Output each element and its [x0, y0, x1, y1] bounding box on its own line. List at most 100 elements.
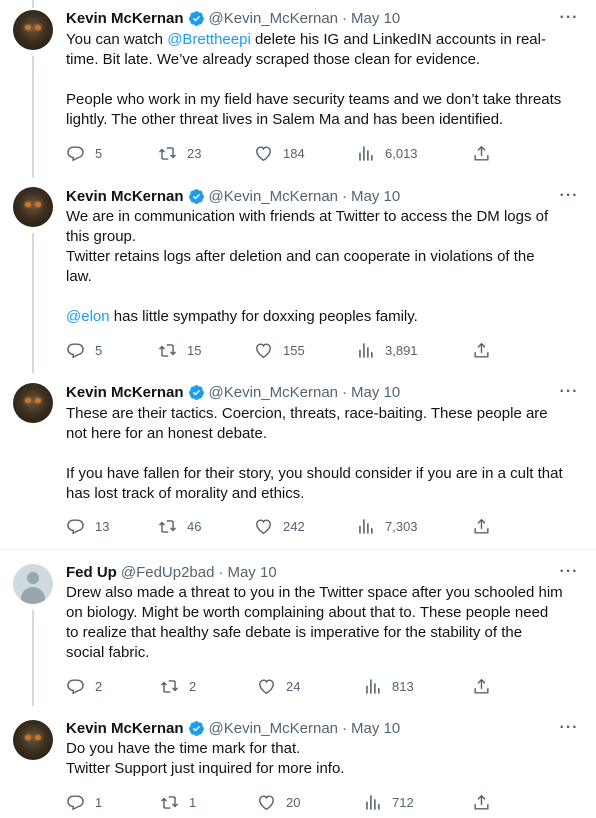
reply-button[interactable]: 13 — [66, 516, 109, 536]
tweet-line — [66, 444, 581, 464]
share-button[interactable] — [472, 792, 501, 812]
tweet-date[interactable]: May 10 — [227, 564, 276, 581]
retweet-icon — [158, 343, 177, 357]
share-button[interactable] — [472, 143, 501, 163]
action-bar: 1 1 20 712 — [66, 792, 489, 812]
reply-count: 1 — [95, 794, 103, 810]
views-button[interactable]: 7,303 — [356, 516, 418, 536]
tweet-line: social fabric. — [66, 644, 150, 661]
thread-line — [32, 0, 34, 8]
retweet-count: 1 — [189, 794, 197, 810]
tweet-text: Do you have the time mark for that. Twit… — [66, 739, 581, 779]
avatar[interactable] — [13, 10, 53, 50]
share-icon — [474, 342, 489, 358]
like-count: 24 — [286, 678, 301, 694]
views-count: 3,891 — [385, 342, 418, 358]
reply-count: 5 — [95, 342, 103, 358]
author-name[interactable]: Kevin McKernan — [66, 188, 184, 205]
more-icon[interactable]: ··· — [559, 8, 579, 28]
share-button[interactable] — [472, 676, 501, 696]
author-name[interactable]: Kevin McKernan — [66, 720, 184, 737]
tweet-date[interactable]: May 10 — [351, 384, 400, 401]
avatar[interactable] — [13, 720, 53, 760]
avatar[interactable] — [13, 383, 53, 423]
reply-button[interactable]: 1 — [66, 792, 102, 812]
tweet-line — [66, 287, 581, 307]
tweet-line: time. Bit late. We’ve already scraped th… — [66, 51, 481, 68]
mention-link[interactable]: @Brettheepi — [167, 31, 251, 48]
like-button[interactable]: 24 — [257, 676, 300, 696]
reply-count: 13 — [95, 518, 110, 534]
retweet-button[interactable]: 1 — [160, 792, 196, 812]
author-handle[interactable]: @Kevin_McKernan — [209, 384, 338, 401]
tweet-header: Fed Up @FedUp2bad · May 10 — [66, 562, 277, 582]
views-count: 7,303 — [385, 518, 418, 534]
reply-icon — [67, 518, 84, 534]
views-button[interactable]: 3,891 — [356, 340, 418, 360]
more-icon[interactable]: ··· — [559, 382, 579, 402]
views-count: 6,013 — [385, 145, 418, 161]
tweet-header: Kevin McKernan @Kevin_McKernan · May 10 — [66, 382, 400, 402]
retweet-count: 15 — [187, 342, 202, 358]
author-name[interactable]: Kevin McKernan — [66, 384, 184, 401]
tweet-line — [66, 70, 581, 90]
separator-dot: · — [342, 187, 348, 205]
thread-line — [32, 233, 34, 373]
like-button[interactable]: 20 — [257, 792, 300, 812]
heart-icon — [256, 342, 271, 358]
retweet-button[interactable]: 23 — [158, 143, 201, 163]
avatar[interactable] — [13, 564, 53, 604]
retweet-button[interactable]: 2 — [160, 676, 196, 696]
retweet-button[interactable]: 46 — [158, 516, 201, 536]
share-icon — [474, 518, 489, 534]
tweet-line: lightly. The other threat lives in Salem… — [66, 111, 504, 128]
views-button[interactable]: 712 — [363, 792, 414, 812]
views-icon — [366, 678, 380, 694]
author-handle[interactable]: @Kevin_McKernan — [209, 10, 338, 27]
like-button[interactable]: 184 — [254, 143, 305, 163]
tweet-text: Drew also made a threat to you in the Tw… — [66, 583, 581, 663]
default-avatar-body — [21, 587, 45, 604]
views-button[interactable]: 813 — [363, 676, 414, 696]
author-handle[interactable]: @Kevin_McKernan — [209, 188, 338, 205]
retweet-icon — [158, 146, 177, 160]
like-button[interactable]: 155 — [254, 340, 305, 360]
thread-line — [32, 610, 34, 706]
separator-dot: · — [342, 9, 348, 27]
share-icon — [474, 678, 489, 694]
default-avatar-head — [27, 572, 39, 584]
tweet-date[interactable]: May 10 — [351, 188, 400, 205]
reply-icon — [67, 794, 84, 810]
tweet-header: Kevin McKernan @Kevin_McKernan · May 10 — [66, 8, 400, 28]
share-button[interactable] — [472, 516, 501, 536]
tweet-line: Do you have the time mark for that. — [66, 740, 301, 757]
like-button[interactable]: 242 — [254, 516, 305, 536]
share-button[interactable] — [472, 340, 501, 360]
more-icon[interactable]: ··· — [559, 562, 579, 582]
reply-button[interactable]: 2 — [66, 676, 102, 696]
tweet-text: These are their tactics. Coercion, threa… — [66, 404, 581, 504]
avatar[interactable] — [13, 187, 53, 227]
reply-button[interactable]: 5 — [66, 340, 102, 360]
more-icon[interactable]: ··· — [559, 186, 579, 206]
author-name[interactable]: Fed Up — [66, 564, 117, 581]
tweet-date[interactable]: May 10 — [351, 720, 400, 737]
tweet-line: law. — [66, 268, 92, 285]
heart-icon — [259, 678, 274, 694]
action-bar: 2 2 24 813 — [66, 676, 489, 696]
views-button[interactable]: 6,013 — [356, 143, 418, 163]
author-handle[interactable]: @FedUp2bad — [121, 564, 215, 581]
tweet-line: If you have fallen for their story, you … — [66, 465, 563, 482]
tweet-line: Drew also made a threat to you in the Tw… — [66, 584, 563, 601]
author-handle[interactable]: @Kevin_McKernan — [209, 720, 338, 737]
mention-link[interactable]: @elon — [66, 308, 110, 325]
action-bar: 5 15 155 3,891 — [66, 340, 489, 360]
reply-button[interactable]: 5 — [66, 143, 102, 163]
tweet-date[interactable]: May 10 — [351, 10, 400, 27]
separator-dot: · — [218, 563, 224, 581]
author-name[interactable]: Kevin McKernan — [66, 10, 184, 27]
tweet-line: You can watch @Brettheepi delete his IG … — [66, 31, 546, 48]
share-icon — [474, 794, 489, 810]
retweet-button[interactable]: 15 — [158, 340, 201, 360]
more-icon[interactable]: ··· — [559, 718, 579, 738]
